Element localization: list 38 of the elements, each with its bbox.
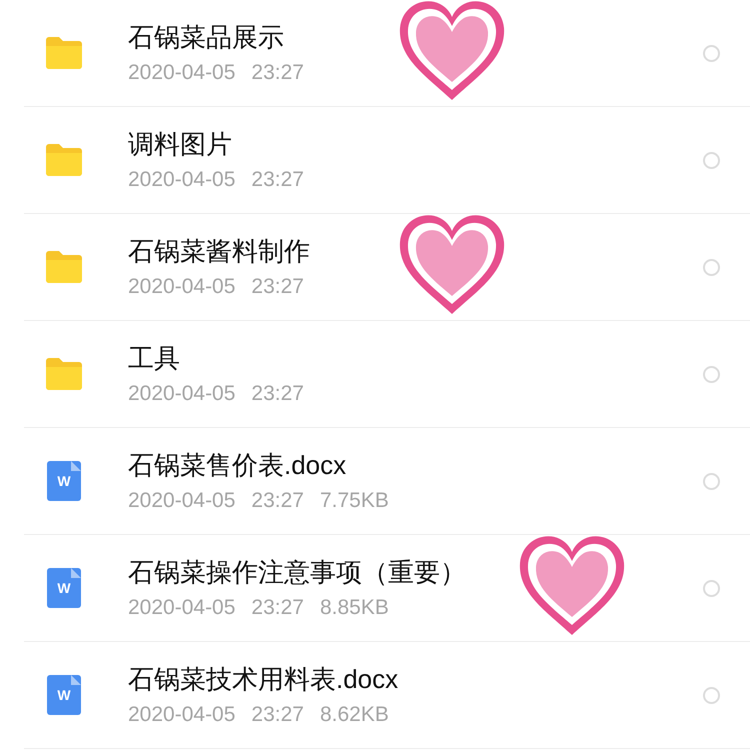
file-date: 2020-04-05 xyxy=(128,60,236,86)
file-name: 工具 xyxy=(128,342,181,375)
file-name: 石锅菜酱料制作 xyxy=(128,235,310,268)
select-radio[interactable] xyxy=(703,686,720,704)
file-time: 23:27 xyxy=(251,702,304,728)
select-radio[interactable] xyxy=(703,152,720,168)
file-date: 2020-04-05 xyxy=(128,381,236,407)
file-date: 2020-04-05 xyxy=(128,595,236,621)
file-time: 23:27 xyxy=(251,274,304,300)
folder-icon xyxy=(44,36,84,70)
select-radio[interactable] xyxy=(703,472,720,490)
select-radio[interactable] xyxy=(703,580,720,596)
folder-icon xyxy=(44,143,84,177)
select-radio[interactable] xyxy=(703,366,720,382)
select-radio[interactable] xyxy=(703,258,720,276)
file-time: 23:27 xyxy=(251,595,304,621)
folder-icon xyxy=(44,250,84,284)
file-time: 23:27 xyxy=(251,381,304,407)
document-icon: W xyxy=(47,675,81,715)
file-time: 23:27 xyxy=(251,167,304,193)
file-name: 调料图片 xyxy=(128,128,233,161)
file-time: 23:27 xyxy=(251,60,304,86)
file-date: 2020-04-05 xyxy=(128,702,236,728)
file-size: 8.85KB xyxy=(320,595,389,621)
file-size: 7.75KB xyxy=(320,488,389,514)
file-date: 2020-04-05 xyxy=(128,488,236,514)
file-name: 石锅菜技术用料表.docx xyxy=(128,663,398,696)
file-size: 8.62KB xyxy=(320,702,389,728)
file-time: 23:27 xyxy=(251,488,304,514)
select-radio[interactable] xyxy=(703,44,720,62)
file-date: 2020-04-05 xyxy=(128,274,236,300)
file-name: 石锅菜品展示 xyxy=(128,21,285,54)
file-name: 石锅菜售价表.docx xyxy=(128,449,348,482)
file-name: 石锅菜操作注意事项（重要） xyxy=(128,556,466,589)
folder-icon xyxy=(44,357,84,391)
document-icon: W xyxy=(47,568,81,608)
document-icon: W xyxy=(47,461,81,501)
file-date: 2020-04-05 xyxy=(128,167,236,193)
